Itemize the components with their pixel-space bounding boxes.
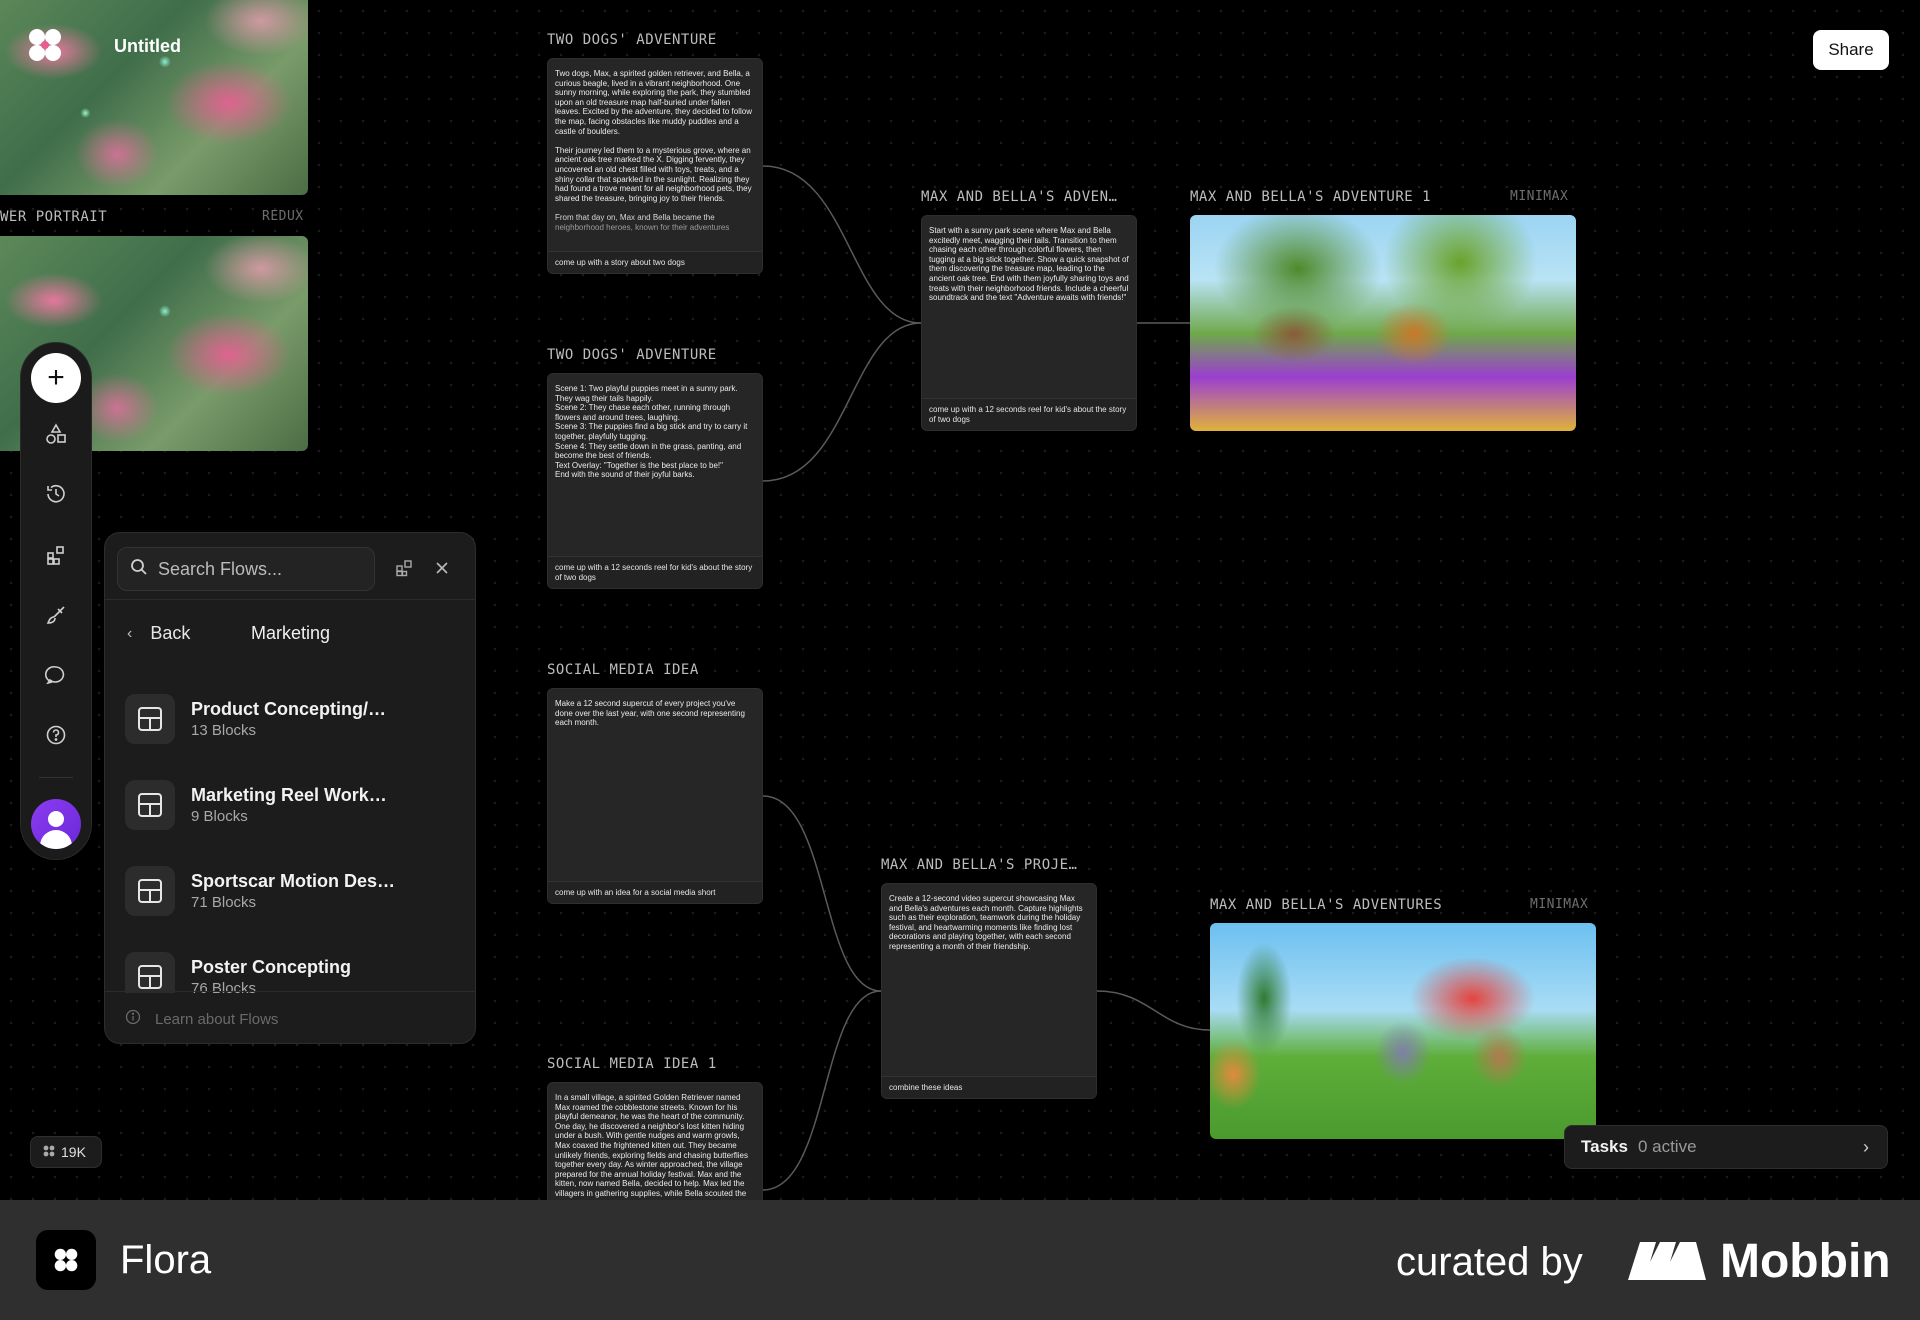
flow-item[interactable]: Poster Concepting 76 Blocks [125,949,455,993]
node-prompt: come up with an idea for a social media … [548,880,762,903]
node-title: MAX AND BELLA'S PROJE… [881,857,1078,873]
panel-divider [105,991,475,992]
flow-name: Marketing Reel Work… [191,785,387,805]
footer-bar: Flora curated by Mobbin [0,1200,1920,1320]
flow-count: 13 Blocks [191,722,257,739]
flower-portrait-title: WER PORTRAIT [0,209,108,225]
credits-badge[interactable]: 19K [30,1136,102,1168]
flow-item[interactable]: Product Concepting/… 13 Blocks [125,691,455,747]
toolbar-divider [39,777,73,778]
credits-icon [43,1144,55,1160]
flow-canvas[interactable]: WER PORTRAIT REDUX Untitled Share TWO DO… [0,0,1920,1200]
video-node-max-bella-park[interactable] [1190,215,1576,431]
left-toolbar: + [20,342,92,860]
credits-value: 19K [61,1144,86,1160]
flow-name: Sportscar Motion Des… [191,871,396,891]
video-node-max-bella-festival[interactable] [1210,923,1596,1139]
node-title: MAX AND BELLA'S ADVENTURES [1210,897,1443,913]
node-body: Make a 12 second supercut of every proje… [555,699,745,728]
blocks-icon[interactable] [37,536,75,574]
chevron-left-icon: ‹ [127,624,133,642]
help-icon[interactable] [37,716,75,754]
node-prompt: combine these ideas [882,1075,1096,1098]
flow-item[interactable]: Sportscar Motion Des… 71 Blocks [125,863,455,919]
curated-by-label: curated by [1396,1240,1583,1284]
learn-about-flows-label: Learn about Flows [155,1010,279,1028]
node-body: Create a 12-second video supercut showca… [889,894,1083,951]
node-title: MAX AND BELLA'S ADVENTURE 1 [1190,189,1432,205]
node-title: TWO DOGS' ADVENTURE [547,347,717,363]
flow-template-icon [125,780,175,830]
search-input[interactable] [158,558,348,580]
text-node-max-bella-adventure[interactable]: Start with a sunny park scene where Max … [921,215,1137,431]
learn-about-flows-link[interactable]: Learn about Flows [125,1009,278,1029]
chevron-right-icon: › [1863,1137,1869,1157]
model-tag: MINIMAX [1530,897,1589,912]
flow-name: Poster Concepting [191,957,352,977]
node-title: TWO DOGS' ADVENTURE [547,32,717,48]
mobbin-brand: Mobbin [1720,1235,1891,1288]
mobbin-logo-icon [1626,1236,1708,1282]
document-title[interactable]: Untitled [114,36,181,57]
node-title: SOCIAL MEDIA IDEA [547,662,699,678]
flora-app-icon [36,1230,96,1290]
node-title: MAX AND BELLA'S ADVEN… [921,189,1118,205]
history-icon[interactable] [37,475,75,513]
info-icon [125,1009,141,1029]
flow-item[interactable]: Marketing Reel Work… 9 Blocks [125,777,455,833]
flow-name: Product Concepting/… [191,699,386,719]
node-title: SOCIAL MEDIA IDEA 1 [547,1056,717,1072]
model-tag: MINIMAX [1510,189,1569,204]
text-node-two-dogs-reel[interactable]: Scene 1: Two playful puppies meet in a s… [547,373,763,589]
node-prompt: come up with a story about two dogs [548,250,762,273]
brush-icon[interactable] [37,596,75,634]
node-body: Scene 1: Two playful puppies meet in a s… [555,384,748,480]
templates-icon[interactable] [393,557,415,579]
text-node-social-media-idea[interactable]: Make a 12 second supercut of every proje… [547,688,763,904]
chat-icon[interactable] [37,656,75,694]
text-node-social-media-idea-1[interactable]: In a small village, a spirited Golden Re… [547,1082,763,1200]
avatar[interactable] [31,799,81,849]
close-icon[interactable] [431,557,453,579]
flow-count: 71 Blocks [191,894,257,911]
flower-portrait-tag: REDUX [262,209,304,224]
tasks-label: Tasks [1581,1137,1628,1156]
flow-template-icon [125,952,175,993]
flow-template-icon [125,694,175,744]
panel-divider [105,599,475,600]
text-node-two-dogs-story[interactable]: Two dogs, Max, a spirited golden retriev… [547,58,763,274]
node-prompt: come up with a 12 seconds reel for kid's… [922,398,1136,430]
footer-app-name: Flora [120,1238,212,1282]
flow-count: 9 Blocks [191,808,248,825]
flow-list-clip: Poster Concepting 76 Blocks [105,943,475,993]
category-title: Marketing [251,623,331,643]
node-body: Start with a sunny park scene where Max … [929,226,1129,303]
node-prompt: come up with a 12 seconds reel for kid's… [548,556,762,588]
share-button[interactable]: Share [1813,30,1889,70]
flora-logo-icon[interactable] [28,28,62,62]
text-node-max-bella-project[interactable]: Create a 12-second video supercut showca… [881,883,1097,1099]
back-button[interactable]: ‹ Back [127,623,190,644]
tasks-bar[interactable]: Tasks 0 active › [1564,1125,1888,1169]
add-icon[interactable]: + [31,353,81,403]
search-box[interactable] [117,547,375,591]
tasks-status: 0 active [1637,1137,1697,1156]
node-body: In a small village, a spirited Golden Re… [555,1093,748,1200]
flows-panel: ‹ Back Marketing Product Concepting/… 13 … [104,532,476,1044]
flow-template-icon [125,866,175,916]
search-icon [130,558,148,581]
shapes-icon[interactable] [37,415,75,453]
back-label: Back [150,623,191,643]
